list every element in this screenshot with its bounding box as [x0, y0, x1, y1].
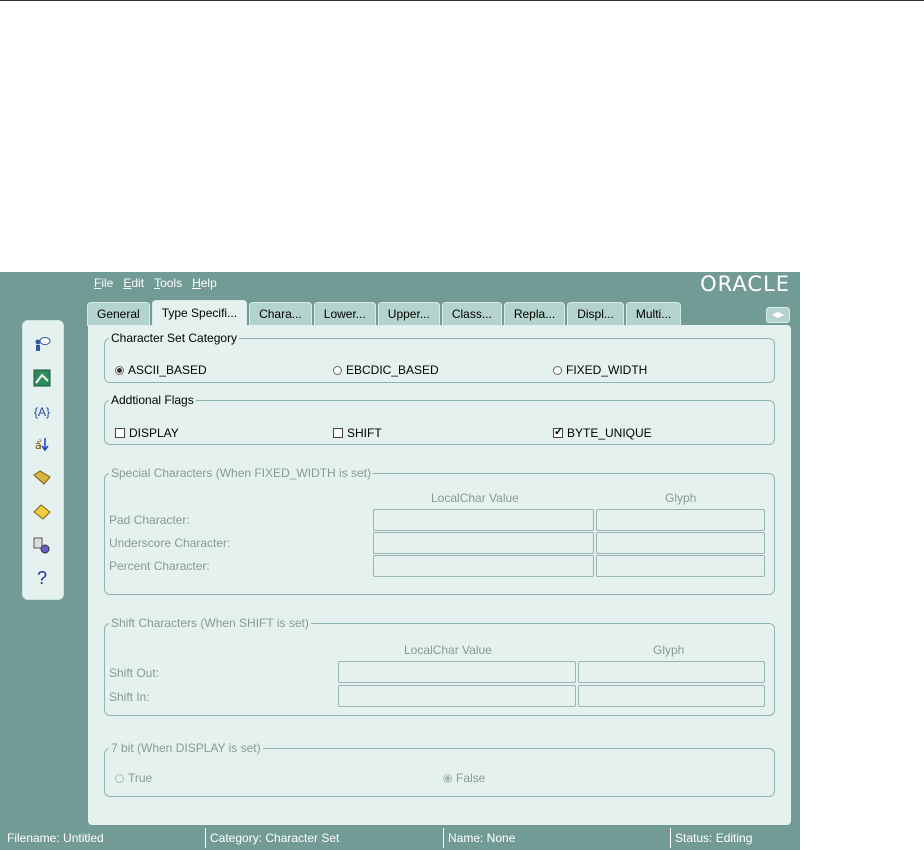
- glyph-column-header: Glyph: [665, 491, 697, 505]
- percent-localchar-field: [373, 555, 594, 577]
- open-folder-icon[interactable]: [31, 467, 53, 489]
- ebcdic-based-radio[interactable]: EBCDIC_BASED: [333, 363, 439, 377]
- status-bar: Filename: Untitled Category: Character S…: [0, 826, 800, 850]
- side-toolbar: {A} ẩ ?: [22, 320, 64, 600]
- status-filename: Filename: Untitled: [7, 831, 104, 845]
- pad-glyph-field: [596, 509, 765, 531]
- tab-class[interactable]: Class...: [441, 302, 502, 326]
- variable-icon[interactable]: {A}: [31, 401, 53, 423]
- settings-icon[interactable]: [31, 535, 53, 557]
- tab-multi[interactable]: Multi...: [625, 302, 682, 326]
- tab-display[interactable]: Displ...: [567, 302, 624, 326]
- tab-upper[interactable]: Upper...: [377, 302, 440, 326]
- tab-lower[interactable]: Lower...: [313, 302, 376, 326]
- underscore-glyph-field: [596, 532, 765, 554]
- menu-tools[interactable]: Tools: [154, 276, 182, 294]
- false-label: False: [456, 771, 486, 785]
- tab-characters[interactable]: Chara...: [249, 302, 312, 326]
- radio-dot: [115, 773, 124, 783]
- checkbox-box[interactable]: [115, 428, 125, 438]
- ascii-based-radio[interactable]: ASCII_BASED: [115, 363, 207, 377]
- tab-scroll-arrows-icon[interactable]: ◀▶: [766, 307, 790, 323]
- percent-glyph-field: [596, 555, 765, 577]
- special-characters-legend: Special Characters (When FIXED_WIDTH is …: [111, 466, 372, 480]
- shift-checkbox[interactable]: SHIFT: [333, 426, 382, 440]
- tab-replace[interactable]: Repla...: [503, 302, 566, 326]
- shift-label: SHIFT: [347, 426, 382, 440]
- fixed-width-radio[interactable]: FIXED_WIDTH: [553, 363, 647, 377]
- shift-in-glyph-field: [578, 685, 765, 707]
- shift-out-localchar-field: [338, 661, 576, 683]
- menu-edit[interactable]: Edit: [123, 276, 144, 294]
- underscore-character-label: Underscore Character:: [109, 536, 231, 550]
- radio-dot[interactable]: [333, 365, 342, 375]
- checkbox-box[interactable]: [553, 425, 563, 438]
- seven-bit-false-radio: False: [443, 771, 485, 785]
- shift-out-label: Shift Out:: [109, 666, 160, 680]
- charset-category-legend: Character Set Category: [111, 331, 238, 345]
- edit-note-icon[interactable]: [31, 501, 53, 523]
- pad-localchar-field: [373, 509, 594, 531]
- help-icon[interactable]: ?: [31, 567, 53, 589]
- oracle-logo: ORACLE: [700, 272, 790, 296]
- tab-strip: General Type Specifi... Chara... Lower..…: [87, 300, 683, 326]
- fixed-width-label: FIXED_WIDTH: [566, 363, 648, 377]
- app-window: File Edit Tools Help ORACLE General Type…: [0, 272, 800, 850]
- map-icon[interactable]: [31, 367, 53, 389]
- additional-flags-group: Addtional Flags: [104, 393, 775, 445]
- menu-bar: File Edit Tools Help: [94, 276, 217, 294]
- shift-localchar-column-header: LocalChar Value: [404, 643, 492, 657]
- user-help-icon[interactable]: [31, 333, 53, 355]
- seven-bit-true-radio: True: [115, 771, 152, 785]
- localchar-column-header: LocalChar Value: [431, 491, 519, 505]
- radio-dot[interactable]: [553, 365, 562, 375]
- true-label: True: [128, 771, 153, 785]
- underscore-localchar-field: [373, 532, 594, 554]
- status-state: Status: Editing: [670, 828, 796, 848]
- checkbox-box[interactable]: [333, 428, 343, 438]
- radio-dot: [443, 773, 452, 783]
- seven-bit-legend: 7 bit (When DISPLAY is set): [111, 741, 261, 755]
- ascii-based-label: ASCII_BASED: [128, 363, 207, 377]
- shift-in-label: Shift In:: [109, 690, 150, 704]
- shift-in-localchar-field: [338, 685, 576, 707]
- shift-characters-legend: Shift Characters (When SHIFT is set): [111, 616, 309, 630]
- shift-glyph-column-header: Glyph: [653, 643, 685, 657]
- additional-flags-legend: Addtional Flags: [111, 393, 194, 407]
- tab-type-specific[interactable]: Type Specifi...: [151, 300, 248, 326]
- display-checkbox[interactable]: DISPLAY: [115, 426, 179, 440]
- shift-out-glyph-field: [578, 661, 765, 683]
- pad-character-label: Pad Character:: [109, 513, 190, 527]
- status-category: Category: Character Set: [205, 828, 443, 848]
- menu-help[interactable]: Help: [192, 276, 217, 294]
- type-specific-panel: Character Set Category ASCII_BASED EBCDI…: [88, 325, 791, 825]
- tab-general[interactable]: General: [87, 302, 150, 326]
- svg-text:ẩ: ẩ: [35, 439, 42, 452]
- seven-bit-group: 7 bit (When DISPLAY is set): [104, 741, 775, 797]
- sort-icon[interactable]: ẩ: [31, 433, 53, 455]
- byte-unique-checkbox[interactable]: BYTE_UNIQUE: [553, 425, 652, 440]
- byte-unique-label: BYTE_UNIQUE: [567, 426, 652, 440]
- ebcdic-based-label: EBCDIC_BASED: [346, 363, 439, 377]
- top-divider: [0, 0, 924, 1]
- percent-character-label: Percent Character:: [109, 559, 210, 573]
- display-label: DISPLAY: [129, 426, 179, 440]
- radio-dot[interactable]: [115, 365, 124, 375]
- status-name: Name: None: [443, 828, 670, 848]
- menu-file[interactable]: File: [94, 276, 113, 294]
